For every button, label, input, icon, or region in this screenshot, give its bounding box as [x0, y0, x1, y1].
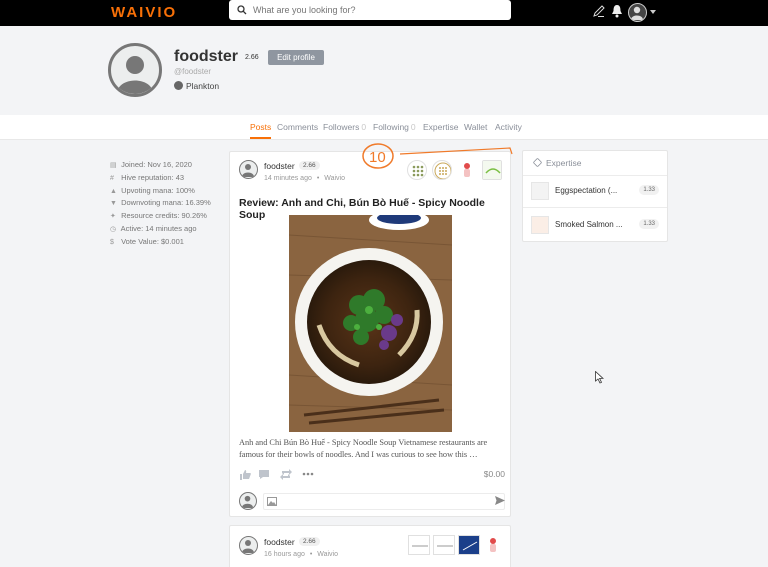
post-time[interactable]: 14 minutes ago — [264, 175, 312, 182]
tab-wallet[interactable]: Wallet — [464, 122, 487, 132]
profile-rank: Plankton — [174, 81, 219, 91]
edit-icon[interactable] — [592, 4, 606, 18]
post-app[interactable]: Waivio — [324, 175, 345, 182]
expertise-item-thumb — [531, 216, 549, 234]
rank-label: Plankton — [186, 81, 220, 91]
stat-hive-reputation: # Hive reputation: 43 — [110, 172, 211, 185]
expertise-item[interactable]: Eggspectation (... 1.33 — [531, 182, 659, 200]
tab-followers[interactable]: Followers 0 — [323, 122, 366, 132]
post-author-reputation: 2.66 — [299, 161, 320, 170]
post-linked-objects — [408, 535, 503, 555]
more-options-icon[interactable] — [302, 472, 314, 476]
send-icon[interactable] — [495, 496, 505, 505]
stat-upvoting-mana: ▲ Upvoting mana: 100% — [110, 185, 211, 198]
object-thumb[interactable] — [433, 535, 455, 555]
tab-expertise[interactable]: Expertise — [423, 122, 458, 132]
meta-separator: • — [309, 551, 313, 558]
search-icon — [237, 5, 247, 15]
expertise-header: Expertise — [532, 157, 581, 168]
comment-input[interactable] — [263, 493, 505, 510]
post-author-reputation: 2.66 — [299, 537, 320, 546]
post-meta: 16 hours ago • Waivio — [264, 551, 338, 558]
meta-separator: • — [316, 175, 320, 182]
calendar-icon: ▤ — [110, 162, 117, 169]
post-card[interactable]: foodster 2.66 16 hours ago • Waivio — [229, 525, 511, 567]
stat-joined: ▤ Joined: Nov 16, 2020 — [110, 159, 211, 172]
top-navbar: WAIVIO — [0, 0, 768, 26]
active-tab-indicator — [250, 137, 271, 139]
post-excerpt[interactable]: Anh and Chi Bún Bò Huế - Spicy Noodle So… — [239, 437, 505, 462]
tab-comments[interactable]: Comments — [277, 122, 318, 132]
post-app[interactable]: Waivio — [317, 551, 338, 558]
svg-text:10: 10 — [369, 149, 386, 166]
expertise-item[interactable]: Smoked Salmon ... 1.33 — [531, 216, 659, 234]
tab-posts[interactable]: Posts — [250, 122, 271, 132]
expertise-item-name[interactable]: Eggspectation (... — [555, 186, 617, 195]
expertise-item-score: 1.33 — [639, 219, 659, 229]
search-input[interactable] — [253, 2, 503, 18]
comment-icon[interactable] — [258, 469, 270, 480]
expertise-item-thumb — [531, 182, 549, 200]
post-card[interactable]: foodster 2.66 14 minutes ago • Waivio Re… — [229, 143, 513, 517]
stat-resource-credits: ✦ Resource credits: 90.26% — [110, 210, 211, 223]
post-author-avatar[interactable] — [239, 160, 258, 179]
rank-icon — [174, 81, 183, 90]
post-author-name[interactable]: foodster — [264, 537, 295, 547]
dollar-icon: $ — [110, 238, 114, 246]
expertise-widget: Expertise Eggspectation (... 1.33 Smoked… — [522, 150, 668, 242]
profile-tabs: Posts Comments Followers 0 Following 0 Exp… — [0, 115, 768, 140]
hash-icon: # — [110, 174, 114, 182]
expertise-item-name[interactable]: Smoked Salmon ... — [555, 220, 623, 229]
reblog-icon[interactable] — [280, 469, 292, 480]
user-avatar-icon[interactable] — [628, 3, 647, 22]
edit-profile-button[interactable]: Edit profile — [268, 50, 324, 65]
object-thumb[interactable] — [408, 535, 430, 555]
post-meta: 14 minutes ago • Waivio — [264, 175, 345, 182]
handwritten-annotation: 10 — [362, 143, 513, 169]
post-actions: $0.00 — [239, 468, 505, 482]
like-icon[interactable] — [239, 469, 251, 480]
profile-username: foodster — [174, 48, 238, 65]
post-image-noodle-soup[interactable] — [289, 215, 452, 432]
divider — [523, 207, 667, 208]
bell-icon[interactable] — [611, 4, 623, 18]
mouse-cursor-icon — [595, 371, 604, 384]
expertise-item-score: 1.33 — [639, 185, 659, 195]
post-payout[interactable]: $0.00 — [484, 469, 505, 479]
stat-vote-value: $ Vote Value: $0.001 — [110, 236, 211, 249]
caret-down-icon[interactable] — [650, 10, 656, 14]
post-author-avatar[interactable] — [239, 536, 258, 555]
commenter-avatar — [239, 492, 257, 510]
post-time[interactable]: 16 hours ago — [264, 551, 305, 558]
waivio-logo[interactable]: WAIVIO — [111, 4, 177, 21]
image-upload-icon[interactable] — [267, 497, 277, 506]
tab-following[interactable]: Following 0 — [373, 122, 416, 132]
profile-handle: @foodster — [174, 67, 212, 76]
tab-activity[interactable]: Activity — [495, 122, 522, 132]
divider — [523, 175, 667, 176]
object-thumb[interactable] — [458, 535, 480, 555]
clock-icon: ◷ — [110, 225, 117, 233]
post-author-name[interactable]: foodster — [264, 161, 295, 171]
stat-downvoting-mana: ▼ Downvoting mana: 16.39% — [110, 197, 211, 210]
search-box[interactable] — [229, 0, 511, 20]
comment-composer — [239, 492, 505, 510]
profile-stats: ▤ Joined: Nov 16, 2020 # Hive reputation… — [110, 159, 211, 249]
stat-active: ◷ Active: 14 minutes ago — [110, 223, 211, 236]
object-thumb[interactable] — [483, 535, 503, 555]
profile-header: foodster 2.66 Edit profile @foodster Pla… — [0, 26, 768, 115]
profile-avatar[interactable] — [108, 43, 162, 97]
expertise-icon — [532, 157, 543, 168]
profile-reputation: 2.66 — [245, 54, 259, 61]
